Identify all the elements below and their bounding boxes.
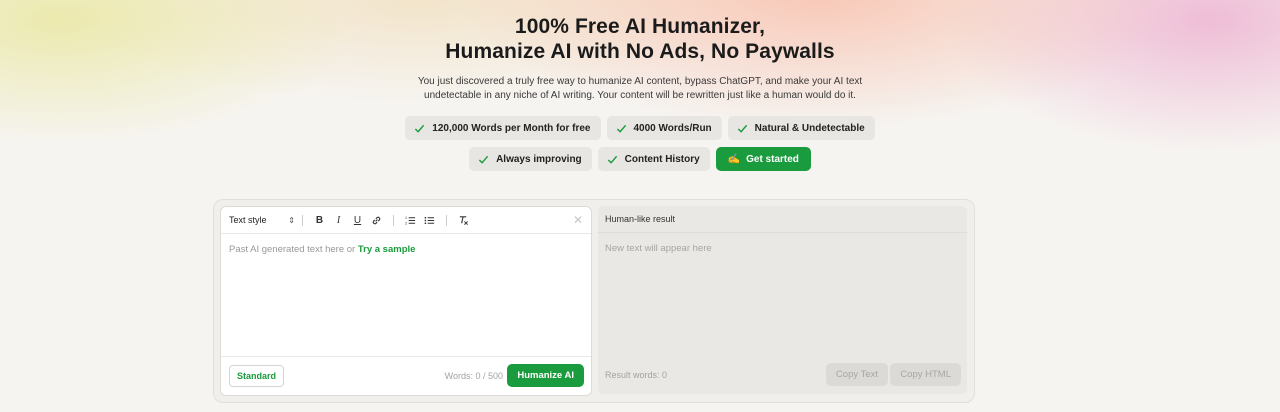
underline-icon[interactable]: U xyxy=(348,212,367,228)
placeholder-text: Past AI generated text here or xyxy=(229,244,356,255)
hero: 100% Free AI Humanizer, Humanize AI with… xyxy=(0,14,1280,103)
editor-footer: Standard Words: 0 / 500 Humanize AI xyxy=(221,356,591,395)
svg-text:1: 1 xyxy=(405,216,407,220)
feature-chip-always-improving: Always improving xyxy=(469,147,592,171)
feature-label: Natural & Undetectable xyxy=(754,122,865,134)
check-icon xyxy=(616,124,626,133)
word-count: Words: 0 / 500 xyxy=(444,371,503,381)
editor-toolbar: Text style ⇕ B I U 12 ✕ xyxy=(221,207,591,234)
link-icon[interactable] xyxy=(367,212,386,228)
writing-hand-icon: ✍️ xyxy=(727,153,741,165)
mode-standard-button[interactable]: Standard xyxy=(229,365,285,387)
title-line-2: Humanize AI with No Ads, No Paywalls xyxy=(445,40,835,63)
result-word-count: Result words: 0 xyxy=(605,370,668,380)
input-editor: Text style ⇕ B I U 12 ✕ Past AI generate… xyxy=(220,206,592,396)
svg-text:2: 2 xyxy=(405,221,407,225)
feature-label: Content History xyxy=(624,153,700,165)
feature-chip-natural: Natural & Undetectable xyxy=(727,116,875,140)
humanizer-panel: Text style ⇕ B I U 12 ✕ Past AI generate… xyxy=(213,199,975,403)
feature-label: Always improving xyxy=(496,153,582,165)
humanize-ai-button[interactable]: Humanize AI xyxy=(507,364,584,387)
close-icon[interactable]: ✕ xyxy=(573,213,583,227)
result-footer: Result words: 0 Copy Text Copy HTML xyxy=(598,356,967,394)
title-line-1: 100% Free AI Humanizer, xyxy=(514,15,766,38)
page-title: 100% Free AI Humanizer, Humanize AI with… xyxy=(0,14,1280,64)
feature-label: 4000 Words/Run xyxy=(633,122,712,134)
feature-label: 120,000 Words per Month for free xyxy=(432,122,591,134)
result-placeholder: New text will appear here xyxy=(605,243,712,254)
text-style-select[interactable]: Text style ⇕ xyxy=(229,215,295,225)
get-started-label: Get started xyxy=(746,153,799,165)
select-arrows-icon: ⇕ xyxy=(288,215,295,225)
check-icon xyxy=(415,124,425,133)
copy-html-button[interactable]: Copy HTML xyxy=(890,363,961,386)
feature-chip-words-per-month: 120,000 Words per Month for free xyxy=(405,116,601,140)
toolbar-divider xyxy=(446,214,447,226)
ordered-list-icon[interactable]: 12 xyxy=(401,212,420,228)
result-title: Human-like result xyxy=(598,206,967,233)
toolbar-divider xyxy=(302,214,303,226)
try-sample-link[interactable]: Try a sample xyxy=(358,244,416,255)
feature-chip-words-per-run: 4000 Words/Run xyxy=(606,116,722,140)
clear-format-icon[interactable] xyxy=(454,212,473,228)
feature-row-2: Always improving Content History ✍️ Get … xyxy=(0,147,1280,171)
check-icon xyxy=(478,155,489,164)
check-icon xyxy=(737,124,747,133)
italic-icon[interactable]: I xyxy=(329,212,348,228)
bold-icon[interactable]: B xyxy=(310,212,329,228)
feature-chip-content-history: Content History xyxy=(597,147,710,171)
feature-row-1: 120,000 Words per Month for free 4000 Wo… xyxy=(0,116,1280,140)
editor-placeholder[interactable]: Past AI generated text here or Try a sam… xyxy=(229,244,415,255)
text-style-label: Text style xyxy=(229,215,267,225)
bullet-list-icon[interactable] xyxy=(420,212,439,228)
toolbar-divider xyxy=(393,214,394,226)
check-icon xyxy=(607,155,617,164)
copy-text-button[interactable]: Copy Text xyxy=(825,363,888,386)
result-panel: Human-like result New text will appear h… xyxy=(598,206,967,394)
page-subtitle: You just discovered a truly free way to … xyxy=(417,76,863,101)
get-started-button[interactable]: ✍️ Get started xyxy=(715,147,811,171)
